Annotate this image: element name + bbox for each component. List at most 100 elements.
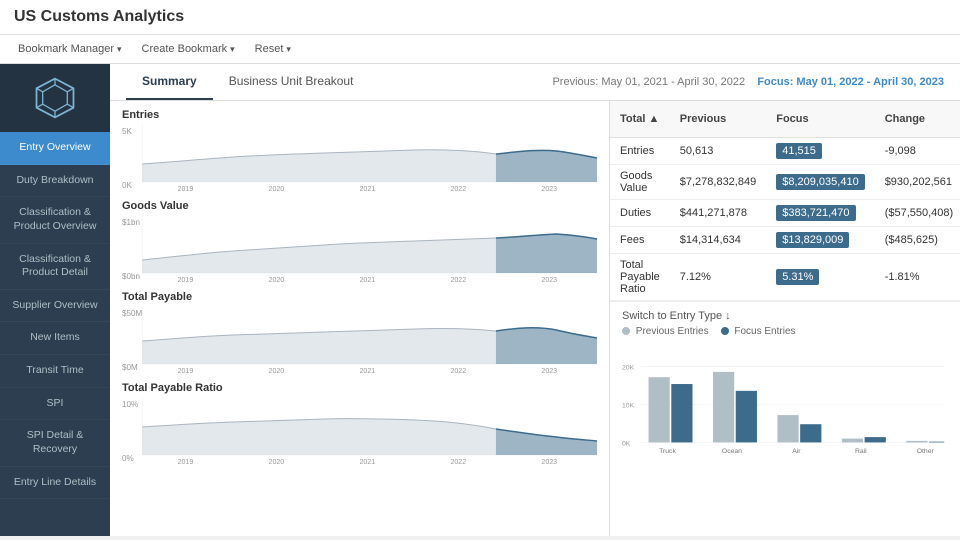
svg-text:2020: 2020 (269, 368, 285, 374)
svg-text:$1bn: $1bn (122, 218, 140, 227)
chart-legend: Previous Entries Focus Entries (622, 326, 948, 337)
total-payable-ratio-chart-svg: 10% 0% 2019 2020 2021 2022 (122, 397, 597, 465)
svg-text:2022: 2022 (450, 459, 466, 465)
sidebar-item-transit-time[interactable]: Transit Time (0, 355, 110, 388)
content-header: Summary Business Unit Breakout Previous:… (110, 64, 960, 101)
sidebar-item-entry-overview[interactable]: Entry Overview (0, 132, 110, 165)
date-range: Previous: May 01, 2021 - April 30, 2022 … (552, 68, 944, 96)
metric-focus: $383,721,470 (766, 200, 874, 227)
total-payable-ratio-chart-label: Total Payable Ratio (122, 382, 597, 394)
svg-text:10K: 10K (622, 403, 635, 410)
sidebar-item-classification-product-detail[interactable]: Classification & Product Detail (0, 244, 110, 290)
tab-summary[interactable]: Summary (126, 64, 213, 100)
sidebar-item-spi[interactable]: SPI (0, 388, 110, 421)
svg-text:Truck: Truck (659, 448, 676, 455)
legend-focus-dot (721, 327, 729, 335)
chevron-icon: ▾ (230, 44, 235, 55)
entry-type-bar-chart: 20K 10K 0K (622, 343, 948, 488)
col-previous: Previous (670, 101, 766, 138)
sidebar-logo (0, 64, 110, 132)
svg-text:Ocean: Ocean (722, 448, 742, 455)
metric-previous: $441,271,878 (670, 200, 766, 227)
total-payable-ratio-chart-area: 10% 0% 2019 2020 2021 2022 (122, 397, 597, 465)
charts-column: Entries 5K 0K (110, 101, 610, 536)
goods-value-chart-svg: $1bn $0bn 2019 2020 2021 2022 (122, 215, 597, 283)
legend-previous: Previous Entries (622, 326, 709, 337)
svg-text:2019: 2019 (178, 186, 194, 192)
svg-text:0%: 0% (122, 454, 134, 463)
bar-ocean-focus (736, 391, 757, 443)
bar-ocean-prev (713, 372, 734, 443)
metric-previous: $7,278,832,849 (670, 165, 766, 200)
svg-text:Air: Air (792, 448, 801, 455)
sidebar-item-entry-line-details[interactable]: Entry Line Details (0, 467, 110, 500)
metric-focus: 5.31% (766, 254, 874, 301)
toolbar: Bookmark Manager ▾ Create Bookmark ▾ Res… (0, 35, 960, 64)
svg-text:2022: 2022 (450, 368, 466, 374)
app-header: US Customs Analytics (0, 0, 960, 35)
sidebar-item-new-items[interactable]: New Items (0, 322, 110, 355)
goods-value-chart-label: Goods Value (122, 200, 597, 212)
bar-other-prev (906, 441, 927, 443)
sidebar: Entry Overview Duty Breakdown Classifica… (0, 64, 110, 536)
svg-text:2023: 2023 (541, 368, 557, 374)
svg-text:2019: 2019 (178, 368, 194, 374)
metric-label: Duties (610, 200, 670, 227)
table-row: Total Payable Ratio 7.12% 5.31% -1.81% ▼… (610, 254, 960, 301)
svg-text:2022: 2022 (450, 186, 466, 192)
svg-text:$0M: $0M (122, 363, 138, 372)
entries-chart-area: 5K 0K 2019 2020 2021 (122, 124, 597, 192)
svg-text:Rail: Rail (855, 448, 867, 455)
sidebar-item-spi-detail[interactable]: SPI Detail & Recovery (0, 420, 110, 466)
reset-button[interactable]: Reset ▾ (251, 41, 295, 57)
metric-focus: $8,209,035,410 (766, 165, 874, 200)
svg-text:2021: 2021 (360, 368, 376, 374)
svg-text:0K: 0K (122, 181, 133, 190)
total-payable-chart-label: Total Payable (122, 291, 597, 303)
metric-label: Total Payable Ratio (610, 254, 670, 301)
svg-text:2020: 2020 (269, 277, 285, 283)
svg-text:2023: 2023 (541, 277, 557, 283)
metric-previous: $14,314,634 (670, 227, 766, 254)
svg-text:2021: 2021 (360, 186, 376, 192)
chevron-icon: ▾ (117, 44, 122, 55)
tab-business-unit-breakout[interactable]: Business Unit Breakout (213, 64, 370, 100)
bar-chart-container: 20K 10K 0K (622, 343, 948, 491)
svg-text:5K: 5K (122, 127, 133, 136)
svg-text:2020: 2020 (269, 186, 285, 192)
sidebar-item-classification-product-overview[interactable]: Classification & Product Overview (0, 197, 110, 243)
sidebar-item-supplier-overview[interactable]: Supplier Overview (0, 290, 110, 323)
chevron-icon: ▾ (286, 44, 291, 55)
bar-truck-focus (671, 384, 692, 442)
svg-text:2021: 2021 (360, 459, 376, 465)
create-bookmark-button[interactable]: Create Bookmark ▾ (138, 41, 239, 57)
metric-label: Entries (610, 138, 670, 165)
logo-icon (33, 76, 77, 120)
bookmark-manager-button[interactable]: Bookmark Manager ▾ (14, 41, 126, 57)
svg-text:2019: 2019 (178, 459, 194, 465)
svg-text:20K: 20K (622, 365, 635, 372)
bar-air-prev (777, 415, 798, 442)
metric-change: ($485,625) (875, 227, 960, 254)
goods-value-chart-block: Goods Value $1bn $0bn 2019 202 (122, 200, 597, 283)
total-payable-chart-area: $50M $0M 2019 2020 2021 2022 (122, 306, 597, 374)
total-payable-chart-svg: $50M $0M 2019 2020 2021 2022 (122, 306, 597, 374)
table-row: Entries 50,613 41,515 -9,098 ▼ -18% (610, 138, 960, 165)
table-row: Duties $441,271,878 $383,721,470 ($57,55… (610, 200, 960, 227)
svg-text:2023: 2023 (541, 186, 557, 192)
svg-text:10%: 10% (122, 400, 138, 409)
entries-chart-label: Entries (122, 109, 597, 121)
app-title: US Customs Analytics (14, 8, 184, 26)
metric-previous: 7.12% (670, 254, 766, 301)
bar-rail-prev (842, 439, 863, 443)
svg-text:Other: Other (917, 448, 935, 455)
sidebar-item-duty-breakdown[interactable]: Duty Breakdown (0, 165, 110, 198)
col-focus: Focus (766, 101, 874, 138)
metric-change: -9,098 (875, 138, 960, 165)
svg-text:0K: 0K (622, 440, 631, 447)
col-total: Total ▲ (610, 101, 670, 138)
svg-text:2019: 2019 (178, 277, 194, 283)
total-payable-ratio-chart-block: Total Payable Ratio 10% 0% 2019 (122, 382, 597, 465)
metrics-column: Total ▲ Previous Focus Change Change % E… (610, 101, 960, 536)
legend-focus: Focus Entries (721, 326, 796, 337)
